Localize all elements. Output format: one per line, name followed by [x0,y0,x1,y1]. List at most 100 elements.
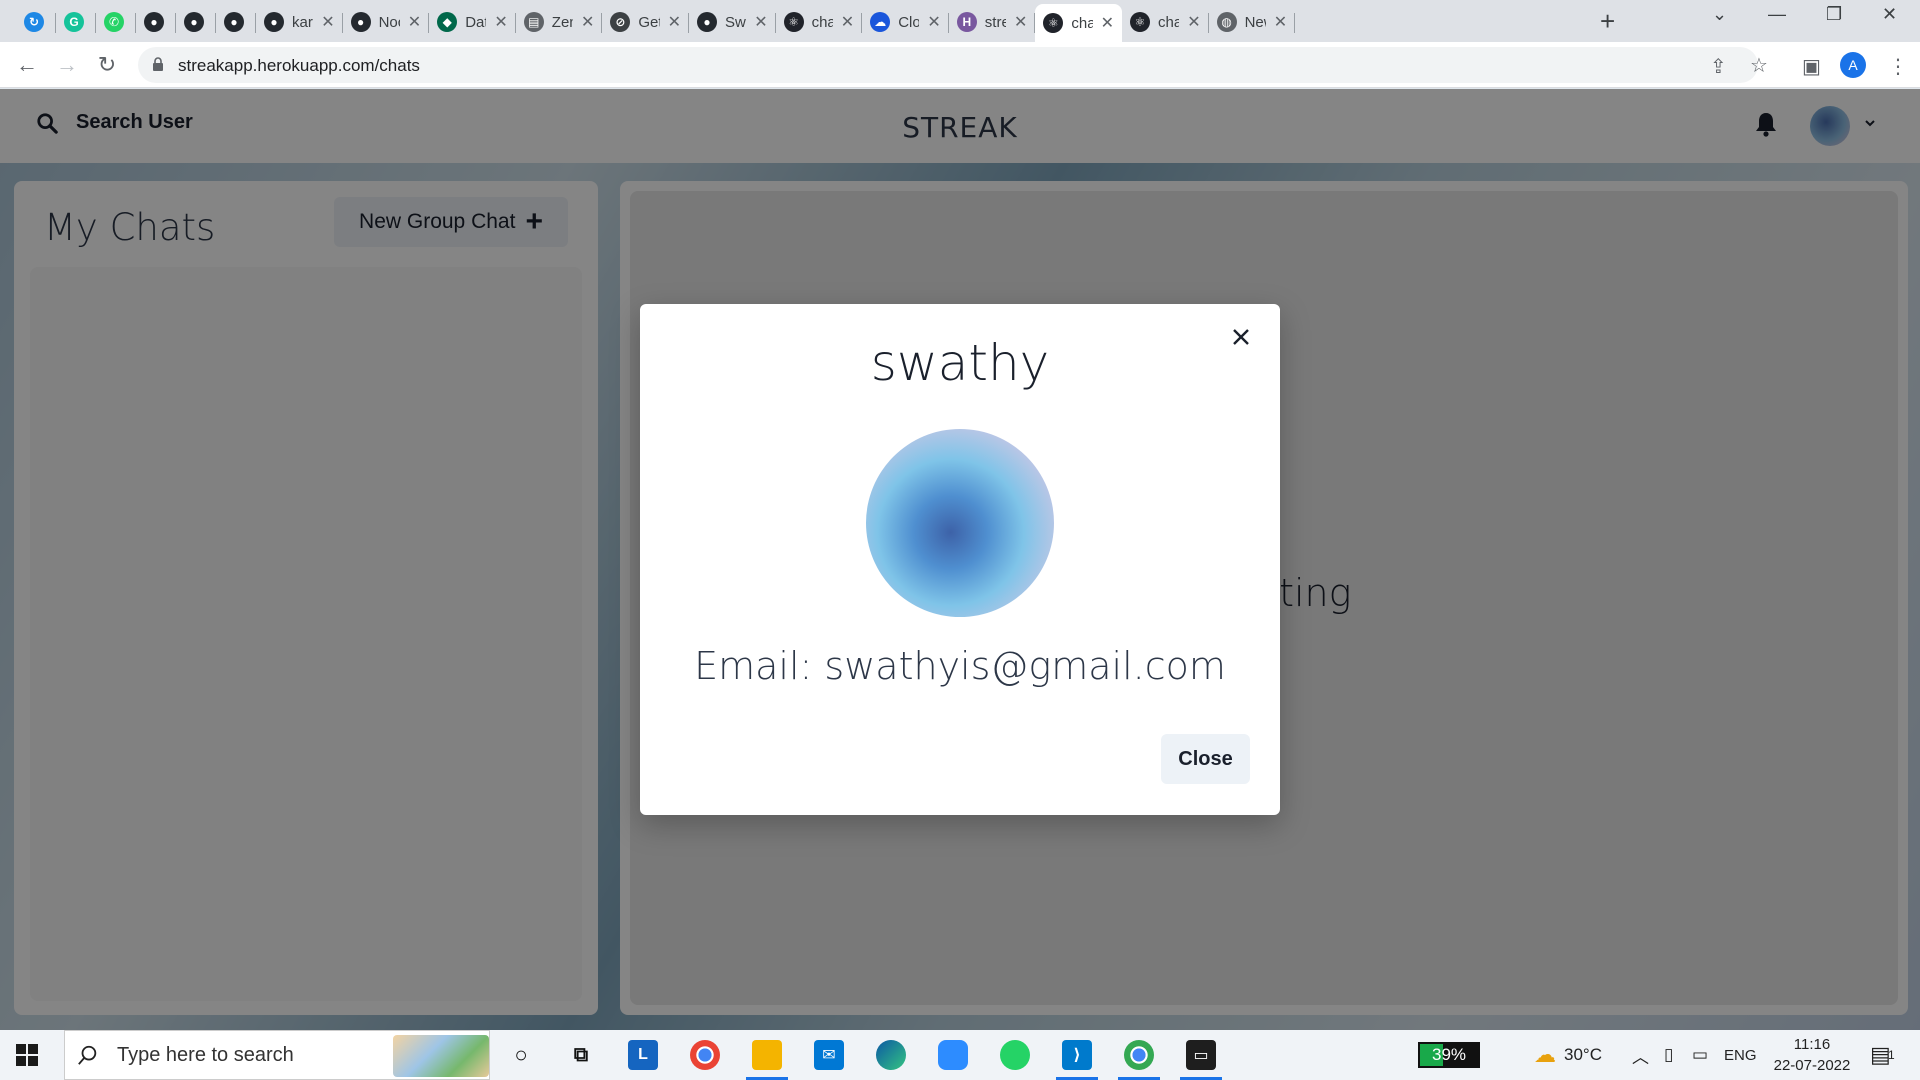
minimize-icon[interactable]: — [1768,4,1786,25]
browser-tab[interactable]: ● [136,4,176,40]
close-window-icon[interactable]: ✕ [1882,4,1897,25]
menu-icon[interactable]: ⋮ [1888,54,1908,79]
browser-tab[interactable]: ⚛ chat ✕ [1122,4,1209,40]
grammarly-icon: G [64,12,84,32]
edge-icon[interactable] [876,1040,906,1070]
clock-date: 22-07-2022 [1773,1057,1851,1074]
file-explorer-icon[interactable] [746,1040,788,1080]
page-icon: ▤ [523,12,544,32]
github-icon: ● [224,12,244,32]
close-button[interactable]: Close [1161,734,1250,784]
reload-icon[interactable]: ↻ [92,50,122,80]
github-icon: ● [184,12,204,32]
browser-tab[interactable]: ◍ New ✕ [1209,4,1296,40]
browser-tab[interactable]: ↻ [16,4,56,40]
chrome-icon[interactable] [690,1040,720,1070]
language-indicator[interactable]: ENG [1724,1030,1757,1080]
bookmark-star-icon[interactable]: ☆ [1750,53,1768,78]
forward-icon[interactable]: → [52,50,82,80]
tab-close-icon[interactable]: ✕ [494,12,507,32]
terminal-icon[interactable]: ▭ [1180,1040,1222,1080]
react-icon: ⚛ [1043,13,1064,33]
mongodb-icon: ◆ [437,12,458,32]
battery-indicator[interactable]: 39% [1418,1042,1480,1068]
browser-tab[interactable]: ● kar- ✕ [256,4,343,40]
browser-tab[interactable]: ✆ [96,4,136,40]
mail-icon[interactable]: ✉ [814,1040,844,1070]
windows-start-icon[interactable] [16,1044,38,1066]
web-page: Search User STREAK My Chats New Group Ch… [0,89,1920,1030]
react-icon: ⚛ [783,12,804,32]
share-icon[interactable]: ⇪ [1710,54,1727,79]
browser-tab[interactable]: Hstre ✕ [949,4,1036,40]
profile-modal: swathy Email: swathyis@gmail.com Close [640,304,1280,815]
taskbar-search[interactable]: Type here to search [64,1030,490,1080]
tab-title: kar- [292,13,313,31]
tab-strip: + ⌄ — ❐ ✕ ↻ G ✆ ● ● ● ● kar- ✕ ● Noc ✕ ◆ Data ✕ ▤ Zen ✕ ⊘ G… [0,0,1920,42]
vscode-icon[interactable]: ⟩ [1056,1040,1098,1080]
compass-icon: ⊘ [610,12,631,32]
taskbar-search-placeholder: Type here to search [117,1043,294,1066]
tab-title: New [1244,13,1266,31]
tab-title: Get [638,13,659,31]
device-icon[interactable]: ▯ [1664,1030,1673,1080]
tab-close-icon[interactable]: ✕ [1187,12,1200,32]
restore-icon[interactable]: ❐ [1826,4,1842,25]
tab-search-icon[interactable]: ⌄ [1712,4,1727,25]
browser-tab[interactable]: ⚛ chat ✕ [776,4,863,40]
browser-tab[interactable]: ● Noc ✕ [343,4,430,40]
weather-icon: ☁ [1534,1042,1556,1067]
battery-tray-icon[interactable]: ▭ [1692,1030,1708,1080]
search-icon [78,1045,97,1065]
tab-title: Swa [725,13,746,31]
app-l-icon[interactable]: L [628,1040,658,1070]
tab-close-icon[interactable]: ✕ [408,12,421,32]
weather-widget[interactable]: ☁ 30°C [1534,1030,1602,1080]
browser-tab[interactable]: ◆ Data ✕ [429,4,516,40]
heroku-icon: H [956,12,977,32]
tray-expand-icon[interactable]: ︿ [1632,1030,1649,1080]
tab-title: Zen [551,13,573,31]
tab-title: Noc [378,13,400,31]
browser-tab[interactable]: ● [216,4,256,40]
tab-close-icon[interactable]: ✕ [927,12,940,32]
browser-tab[interactable]: G [56,4,96,40]
zoom-icon[interactable] [938,1040,968,1070]
clock[interactable]: 11:16 22-07-2022 [1770,1034,1854,1076]
tab-close-icon[interactable]: ✕ [581,12,594,32]
browser-tab[interactable]: ☁ Clou ✕ [862,4,949,40]
browser-tab[interactable]: ⚛ chat ✕ [1035,4,1122,42]
address-bar[interactable]: streakapp.herokuapp.com/chats ⇪ ☆ [138,47,1768,83]
tab-close-icon[interactable]: ✕ [668,12,681,32]
tab-close-icon[interactable]: ✕ [841,12,854,32]
browser-tab[interactable]: ⊘ Get ✕ [602,4,689,40]
browser-toolbar: ← → ↻ streakapp.herokuapp.com/chats ⇪ ☆ … [0,42,1920,88]
browser-tab[interactable]: ● [176,4,216,40]
temperature-text: 30°C [1564,1045,1602,1064]
profile-avatar[interactable]: A [1840,52,1866,78]
github-icon: ● [697,12,717,32]
profile-email: Email: swathyis@gmail.com [694,644,1226,688]
tab-close-icon[interactable]: ✕ [1014,12,1027,32]
github-icon: ● [264,12,284,32]
browser-tab[interactable]: ▤ Zen ✕ [516,4,603,40]
browser-tab[interactable]: ● Swa ✕ [689,4,776,40]
chrome-profile-icon[interactable] [1118,1040,1160,1080]
side-panel-icon[interactable]: ▣ [1802,54,1821,79]
search-highlight-image[interactable] [393,1035,489,1077]
whatsapp-icon[interactable] [1000,1040,1030,1070]
new-tab-button[interactable]: + [1600,6,1615,37]
task-view-icon[interactable]: ⧉ [566,1040,596,1070]
tab-close-icon[interactable]: ✕ [1101,13,1114,33]
profile-name: swathy [870,334,1050,392]
github-icon: ● [144,12,164,32]
tab-close-icon[interactable]: ✕ [754,12,767,32]
back-icon[interactable]: ← [12,50,42,80]
tab-close-icon[interactable]: ✕ [1274,12,1287,32]
cloud-icon: ☁ [870,12,891,32]
cortana-icon[interactable]: ○ [506,1040,536,1070]
tab-title: chat [1158,13,1180,31]
whatsapp-icon: ✆ [104,12,124,32]
tab-title: stre [984,13,1006,31]
tab-close-icon[interactable]: ✕ [321,12,334,32]
